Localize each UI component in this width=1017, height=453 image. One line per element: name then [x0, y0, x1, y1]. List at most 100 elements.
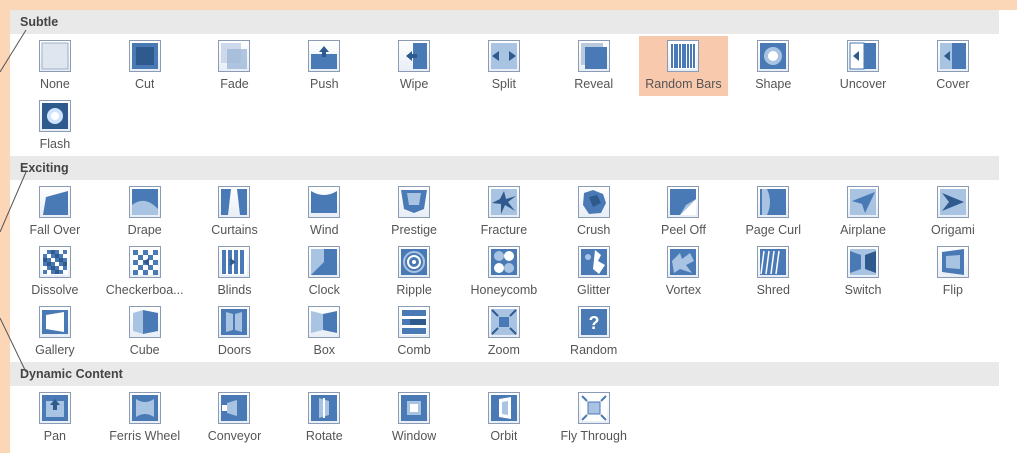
transition-dissolve[interactable]: Dissolve	[10, 242, 100, 302]
transition-fly-through[interactable]: Fly Through	[549, 388, 639, 448]
transition-label: Fade	[220, 77, 249, 91]
comb-icon	[398, 306, 431, 338]
transition-comb[interactable]: Comb	[369, 302, 459, 362]
transition-wipe[interactable]: Wipe	[369, 36, 459, 96]
transition-random[interactable]: ? Random	[549, 302, 639, 362]
transition-label: Orbit	[490, 429, 518, 443]
split-icon	[487, 40, 520, 72]
transition-doors[interactable]: Doors	[190, 302, 280, 362]
transition-prestige[interactable]: Prestige	[369, 182, 459, 242]
switch-icon	[847, 246, 880, 278]
transition-cut[interactable]: Cut	[100, 36, 190, 96]
transition-fade[interactable]: Fade	[190, 36, 280, 96]
transition-page-curl[interactable]: Page Curl	[728, 182, 818, 242]
transition-pan[interactable]: Pan	[10, 388, 100, 448]
fall-over-icon	[38, 186, 71, 218]
transition-label: None	[39, 77, 70, 91]
transition-fall-over[interactable]: Fall Over	[10, 182, 100, 242]
transition-push[interactable]: Push	[279, 36, 369, 96]
transition-cover[interactable]: Cover	[908, 36, 998, 96]
transition-conveyor[interactable]: Conveyor	[190, 388, 280, 448]
transition-orbit[interactable]: Orbit	[459, 388, 549, 448]
transition-label: Curtains	[211, 223, 258, 237]
transition-label: Push	[310, 77, 339, 91]
transition-label: Split	[491, 77, 517, 91]
transition-label: Pan	[43, 429, 67, 443]
wind-icon	[308, 186, 341, 218]
transition-airplane[interactable]: Airplane	[818, 182, 908, 242]
transition-label: Ripple	[396, 283, 432, 297]
transition-none[interactable]: None	[10, 36, 100, 96]
transition-label: Cut	[134, 77, 155, 91]
gallery-row: Flash	[10, 96, 1017, 156]
gallery-row: Pan Ferris Wheel Conveyor Rotate Window Orbit…	[10, 388, 1017, 448]
transition-cube[interactable]: Cube	[100, 302, 190, 362]
doors-icon	[218, 306, 251, 338]
cover-icon	[936, 40, 969, 72]
transition-window[interactable]: Window	[369, 388, 459, 448]
transition-split[interactable]: Split	[459, 36, 549, 96]
transition-switch[interactable]: Switch	[818, 242, 908, 302]
transition-vortex[interactable]: Vortex	[639, 242, 729, 302]
random-icon: ?	[577, 306, 610, 338]
conveyor-icon	[218, 392, 251, 424]
transition-blinds[interactable]: Blinds	[190, 242, 280, 302]
gallery-row: Gallery Cube Doors Box Comb Zoom? Random	[10, 302, 1017, 362]
transition-wind[interactable]: Wind	[279, 182, 369, 242]
transition-label: Conveyor	[207, 429, 262, 443]
honeycomb-icon	[487, 246, 520, 278]
transition-flash[interactable]: Flash	[10, 96, 100, 156]
transitions-gallery: Subtle None Cut Fade Push Wipe Split Reveal Ran…	[10, 10, 1017, 453]
transition-fracture[interactable]: Fracture	[459, 182, 549, 242]
box-icon	[308, 306, 341, 338]
transition-shape[interactable]: Shape	[728, 36, 818, 96]
transition-label: Glitter	[577, 283, 611, 297]
transition-ferris-wheel[interactable]: Ferris Wheel	[100, 388, 190, 448]
transition-drape[interactable]: Drape	[100, 182, 190, 242]
transition-uncover[interactable]: Uncover	[818, 36, 908, 96]
blinds-icon	[218, 246, 251, 278]
transition-label: Clock	[308, 283, 340, 297]
transition-label: Peel Off	[661, 223, 706, 237]
transition-random-bars[interactable]: Random Bars	[638, 36, 729, 96]
checkerboard-icon	[128, 246, 161, 278]
transition-label: Reveal	[574, 77, 614, 91]
transition-label: Prestige	[391, 223, 438, 237]
cut-icon	[128, 40, 161, 72]
prestige-icon	[398, 186, 431, 218]
transition-rotate[interactable]: Rotate	[279, 388, 369, 448]
transition-reveal[interactable]: Reveal	[549, 36, 639, 96]
transition-clock[interactable]: Clock	[279, 242, 369, 302]
transition-label: Vortex	[665, 283, 702, 297]
transition-origami[interactable]: Origami	[908, 182, 998, 242]
transition-checkerboard[interactable]: Checkerboa...	[100, 242, 190, 302]
transition-honeycomb[interactable]: Honeycomb	[459, 242, 549, 302]
transition-ripple[interactable]: Ripple	[369, 242, 459, 302]
transition-label: Blinds	[217, 283, 252, 297]
transition-label: Fracture	[480, 223, 528, 237]
transition-zoom[interactable]: Zoom	[459, 302, 549, 362]
flash-icon	[38, 100, 71, 132]
transition-flip[interactable]: Flip	[908, 242, 998, 302]
transition-label: Drape	[127, 223, 162, 237]
transition-peel-off[interactable]: Peel Off	[639, 182, 729, 242]
transition-label: Cube	[129, 343, 160, 357]
transition-label: Cover	[936, 77, 970, 91]
transition-glitter[interactable]: Glitter	[549, 242, 639, 302]
transition-label: Shape	[755, 77, 792, 91]
drape-icon	[128, 186, 161, 218]
transition-gallery[interactable]: Gallery	[10, 302, 100, 362]
transition-label: Origami	[930, 223, 975, 237]
transition-box[interactable]: Box	[279, 302, 369, 362]
transition-crush[interactable]: Crush	[549, 182, 639, 242]
transition-label: Random Bars	[645, 77, 722, 91]
crush-icon	[577, 186, 610, 218]
transition-curtains[interactable]: Curtains	[190, 182, 280, 242]
exciting-grid: Fall Over Drape Curtains Wind Prestige Fractu…	[10, 182, 1017, 362]
section-header-exciting: Exciting	[10, 156, 999, 180]
transition-label: Shred	[756, 283, 790, 297]
transition-label: Doors	[217, 343, 252, 357]
transition-label: Crush	[577, 223, 611, 237]
window-icon	[398, 392, 431, 424]
transition-shred[interactable]: Shred	[728, 242, 818, 302]
